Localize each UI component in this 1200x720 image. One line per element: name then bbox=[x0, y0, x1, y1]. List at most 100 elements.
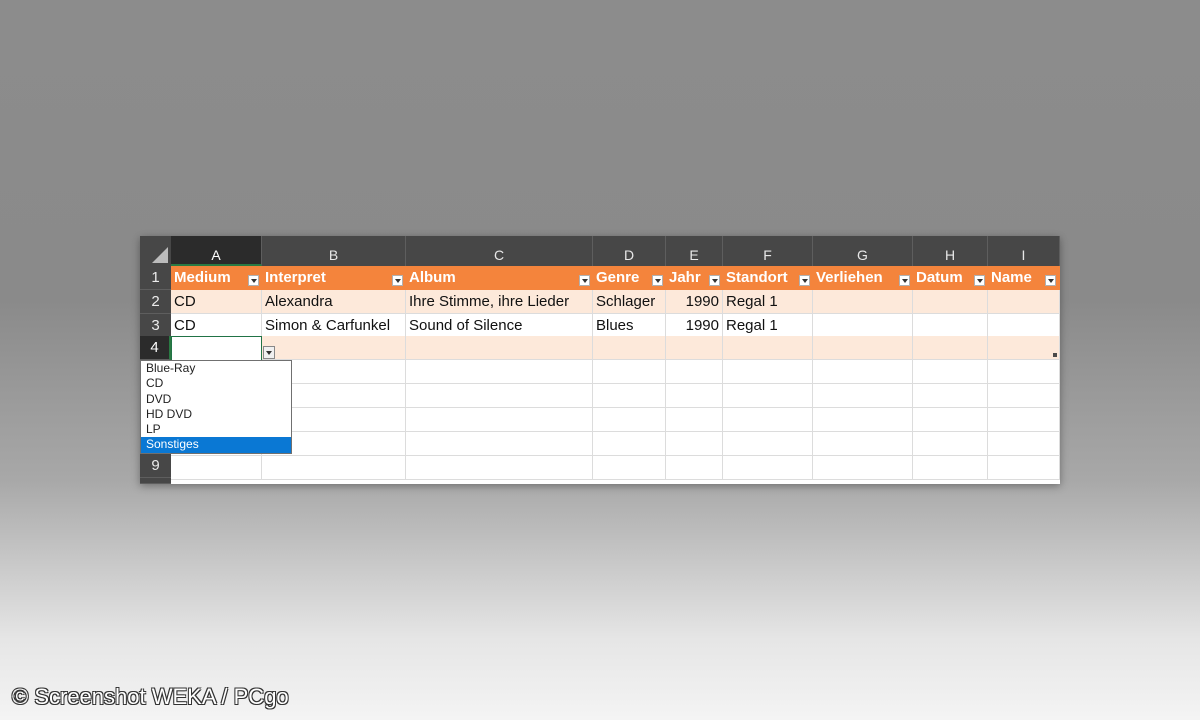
table-cell[interactable] bbox=[723, 360, 813, 384]
row-header-2[interactable]: 2 bbox=[140, 290, 171, 314]
dropdown-option-hd-dvd[interactable]: HD DVD bbox=[141, 407, 291, 422]
dropdown-option-blue-ray[interactable]: Blue-Ray bbox=[141, 361, 291, 376]
filter-dropdown-icon[interactable] bbox=[392, 275, 403, 286]
table-cell[interactable]: Sound of Silence bbox=[406, 314, 593, 338]
table-cell[interactable] bbox=[988, 336, 1060, 360]
table-cell[interactable] bbox=[988, 290, 1060, 314]
header-cell-album[interactable]: Album bbox=[406, 266, 593, 290]
table-cell[interactable] bbox=[913, 360, 988, 384]
table-cell[interactable] bbox=[666, 456, 723, 480]
header-cell-name[interactable]: Name bbox=[988, 266, 1060, 290]
filter-dropdown-icon[interactable] bbox=[974, 275, 985, 286]
filter-dropdown-icon[interactable] bbox=[709, 275, 720, 286]
table-cell[interactable]: 1990 bbox=[666, 290, 723, 314]
table-cell[interactable] bbox=[988, 408, 1060, 432]
table-cell[interactable] bbox=[406, 384, 593, 408]
table-cell[interactable] bbox=[666, 432, 723, 456]
table-cell[interactable] bbox=[171, 456, 262, 480]
table-cell[interactable] bbox=[666, 336, 723, 360]
column-header-d[interactable]: D bbox=[593, 236, 666, 266]
table-cell[interactable]: Simon & Carfunkel bbox=[262, 314, 406, 338]
dropdown-option-dvd[interactable]: DVD bbox=[141, 392, 291, 407]
header-cell-genre[interactable]: Genre bbox=[593, 266, 666, 290]
table-cell[interactable] bbox=[813, 408, 913, 432]
table-cell[interactable] bbox=[988, 360, 1060, 384]
row-header-3[interactable]: 3 bbox=[140, 314, 171, 338]
table-cell[interactable] bbox=[406, 456, 593, 480]
header-cell-verliehen[interactable]: Verliehen bbox=[813, 266, 913, 290]
table-cell[interactable] bbox=[406, 336, 593, 360]
header-cell-jahr[interactable]: Jahr bbox=[666, 266, 723, 290]
table-cell[interactable]: Regal 1 bbox=[723, 314, 813, 338]
table-cell[interactable] bbox=[913, 408, 988, 432]
table-cell[interactable] bbox=[723, 456, 813, 480]
table-cell[interactable] bbox=[988, 432, 1060, 456]
table-cell[interactable]: Ihre Stimme, ihre Lieder bbox=[406, 290, 593, 314]
table-cell[interactable] bbox=[593, 408, 666, 432]
row-header-1[interactable]: 1 bbox=[140, 266, 171, 290]
table-cell[interactable] bbox=[913, 432, 988, 456]
table-cell[interactable] bbox=[723, 432, 813, 456]
column-header-i[interactable]: I bbox=[988, 236, 1060, 266]
table-cell[interactable] bbox=[813, 456, 913, 480]
row-header-4[interactable]: 4 bbox=[140, 336, 171, 360]
select-all-corner[interactable] bbox=[140, 236, 171, 266]
table-cell[interactable] bbox=[813, 384, 913, 408]
filter-dropdown-icon[interactable] bbox=[579, 275, 590, 286]
row-header-9[interactable]: 9 bbox=[140, 454, 171, 478]
table-cell[interactable] bbox=[406, 408, 593, 432]
table-cell[interactable]: Schlager bbox=[593, 290, 666, 314]
table-cell[interactable] bbox=[723, 384, 813, 408]
column-header-g[interactable]: G bbox=[813, 236, 913, 266]
table-cell[interactable] bbox=[406, 360, 593, 384]
table-cell[interactable]: 1990 bbox=[666, 314, 723, 338]
active-cell-a4[interactable] bbox=[171, 336, 262, 361]
table-cell[interactable] bbox=[913, 290, 988, 314]
table-cell[interactable] bbox=[406, 432, 593, 456]
dropdown-option-lp[interactable]: LP bbox=[141, 422, 291, 437]
table-cell[interactable] bbox=[593, 456, 666, 480]
header-cell-datum[interactable]: Datum bbox=[913, 266, 988, 290]
table-cell[interactable] bbox=[593, 360, 666, 384]
validation-dropdown-arrow-icon[interactable] bbox=[263, 346, 275, 359]
table-cell[interactable] bbox=[262, 336, 406, 360]
header-cell-medium[interactable]: Medium bbox=[171, 266, 262, 290]
header-cell-standort[interactable]: Standort bbox=[723, 266, 813, 290]
table-cell[interactable]: CD bbox=[171, 290, 262, 314]
table-cell[interactable] bbox=[913, 384, 988, 408]
table-cell[interactable] bbox=[813, 336, 913, 360]
table-cell[interactable] bbox=[813, 432, 913, 456]
table-cell[interactable] bbox=[593, 432, 666, 456]
table-cell[interactable] bbox=[723, 336, 813, 360]
table-cell[interactable]: CD bbox=[171, 314, 262, 338]
column-header-e[interactable]: E bbox=[666, 236, 723, 266]
filter-dropdown-icon[interactable] bbox=[899, 275, 910, 286]
table-cell[interactable] bbox=[913, 456, 988, 480]
table-cell[interactable]: Alexandra bbox=[262, 290, 406, 314]
column-header-a[interactable]: A bbox=[171, 236, 262, 266]
table-resize-handle[interactable] bbox=[1053, 353, 1057, 357]
column-header-c[interactable]: C bbox=[406, 236, 593, 266]
table-cell[interactable] bbox=[593, 336, 666, 360]
table-cell[interactable]: Blues bbox=[593, 314, 666, 338]
table-cell[interactable] bbox=[666, 360, 723, 384]
table-cell[interactable] bbox=[666, 384, 723, 408]
filter-dropdown-icon[interactable] bbox=[1045, 275, 1056, 286]
table-cell[interactable] bbox=[988, 314, 1060, 338]
filter-dropdown-icon[interactable] bbox=[652, 275, 663, 286]
table-cell[interactable] bbox=[813, 290, 913, 314]
column-header-h[interactable]: H bbox=[913, 236, 988, 266]
column-header-f[interactable]: F bbox=[723, 236, 813, 266]
table-cell[interactable] bbox=[593, 384, 666, 408]
header-cell-interpret[interactable]: Interpret bbox=[262, 266, 406, 290]
filter-dropdown-icon[interactable] bbox=[248, 275, 259, 286]
filter-dropdown-icon[interactable] bbox=[799, 275, 810, 286]
table-cell[interactable]: Regal 1 bbox=[723, 290, 813, 314]
dropdown-option-cd[interactable]: CD bbox=[141, 376, 291, 391]
table-cell[interactable] bbox=[988, 456, 1060, 480]
table-cell[interactable] bbox=[813, 360, 913, 384]
table-cell[interactable] bbox=[723, 408, 813, 432]
table-cell[interactable] bbox=[666, 408, 723, 432]
table-cell[interactable] bbox=[813, 314, 913, 338]
table-cell[interactable] bbox=[262, 456, 406, 480]
